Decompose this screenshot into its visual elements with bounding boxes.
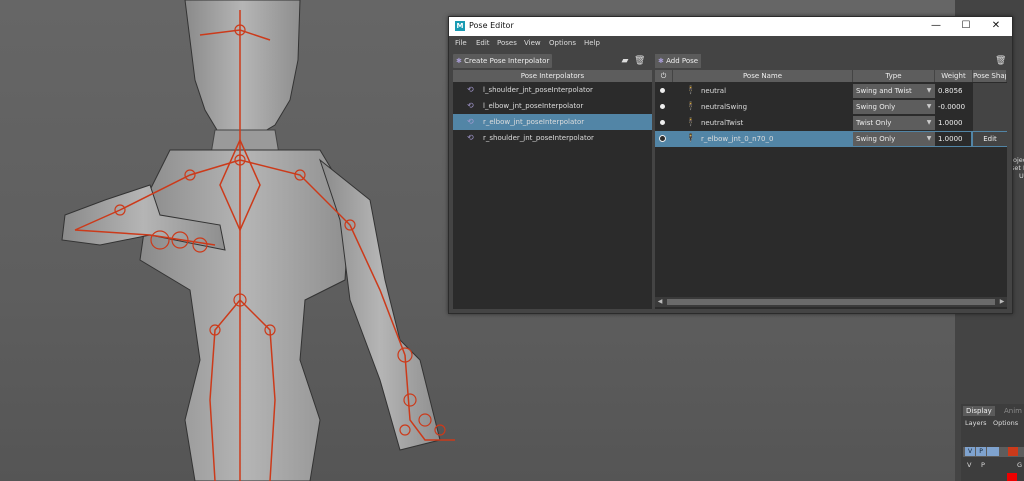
pose-weight-value: 0.8056: [935, 84, 971, 98]
maximize-button[interactable]: ☐: [957, 19, 975, 33]
pose-type-dropdown[interactable]: Twist Only: [853, 116, 933, 130]
close-button[interactable]: ✕: [987, 19, 1005, 33]
layer-visibility-toggle[interactable]: V: [965, 447, 975, 456]
interpolator-item[interactable]: ⟲ l_shoulder_jnt_poseInterpolator: [453, 82, 652, 98]
scroll-right-icon[interactable]: ▶: [998, 298, 1006, 306]
pose-name-column-header[interactable]: Pose Name: [673, 70, 853, 82]
pose-enable-radio[interactable]: [660, 104, 665, 109]
interpolator-add-icon: ✱: [456, 57, 462, 65]
side-text-fragment: oject: [1013, 156, 1024, 164]
interpolator-label: r_elbow_jnt_poseInterpolator: [483, 118, 585, 126]
pose-row[interactable]: 🕴 neutral Swing and Twist ▼ 0.8056: [655, 83, 1007, 99]
pose-name: neutralSwing: [701, 103, 748, 111]
power-column-header[interactable]: ⏻: [655, 70, 673, 82]
interpolator-item-selected[interactable]: ⟲ r_elbow_jnt_poseInterpolator: [453, 114, 652, 130]
pose-interpolators-pane: ✱ Create Pose Interpolator ▰ 🗑 Pose Inte…: [453, 54, 652, 309]
pose-type-dropdown[interactable]: Swing Only: [853, 100, 933, 114]
pose-type-dropdown[interactable]: Swing Only: [853, 132, 933, 146]
chevron-down-icon[interactable]: ▼: [923, 132, 935, 146]
pose-figure-icon: 🕴: [685, 118, 697, 128]
layer-playback-toggle[interactable]: P: [976, 447, 986, 456]
pose-name: neutralTwist: [701, 119, 744, 127]
edit-pose-shape-button[interactable]: Edit: [973, 132, 1007, 146]
create-pose-interpolator-label: Create Pose Interpolator: [464, 57, 550, 65]
interpolator-label: l_shoulder_jnt_poseInterpolator: [483, 86, 593, 94]
scroll-left-icon[interactable]: ◀: [656, 298, 664, 306]
menu-view[interactable]: View: [524, 39, 541, 47]
menu-options[interactable]: Options: [993, 419, 1018, 427]
pose-row[interactable]: 🕴 neutralSwing Swing Only ▼ -0.0000: [655, 99, 1007, 115]
poses-pane: ✱ Add Pose 🗑 ⏻ Pose Name Type Weight Pos…: [655, 54, 1007, 309]
add-pose-label: Add Pose: [666, 57, 699, 65]
window-title: Pose Editor: [469, 21, 514, 30]
pose-figure-icon: 🕴: [685, 86, 697, 96]
side-text-fragment: U: [1019, 172, 1024, 180]
pose-shape-cell: [973, 83, 1007, 99]
interpolator-label: r_shoulder_jnt_poseInterpolator: [483, 134, 594, 142]
layer-row[interactable]: V P G: [963, 460, 1024, 470]
minimize-button[interactable]: —: [927, 19, 945, 33]
chevron-down-icon[interactable]: ▼: [923, 84, 935, 98]
maya-logo-icon: M: [455, 21, 465, 31]
weight-column-header[interactable]: Weight: [935, 70, 973, 82]
pose-shape-cell: [973, 115, 1007, 131]
interpolator-item[interactable]: ⟲ l_elbow_jnt_poseInterpolator: [453, 98, 652, 114]
pose-table: ⏻ Pose Name Type Weight Pose Shap 🕴 neut…: [655, 70, 1007, 309]
chevron-down-icon[interactable]: ▼: [923, 100, 935, 114]
pose-shape-column-header[interactable]: Pose Shap: [973, 70, 1007, 82]
layer-editor: Display Anim Layers Options V P V P G: [961, 404, 1024, 481]
pose-enable-radio[interactable]: [660, 88, 665, 93]
menu-edit[interactable]: Edit: [476, 39, 490, 47]
trash-icon[interactable]: 🗑: [995, 56, 1006, 66]
new-folder-icon[interactable]: ▰: [620, 56, 630, 66]
pose-enable-radio[interactable]: [660, 120, 665, 125]
add-pose-button[interactable]: ✱ Add Pose: [655, 54, 702, 68]
layer-type-swatch[interactable]: [987, 447, 999, 456]
title-bar[interactable]: M Pose Editor — ☐ ✕: [449, 17, 1012, 36]
chevron-down-icon[interactable]: ▼: [923, 116, 935, 130]
menu-options[interactable]: Options: [549, 39, 576, 47]
menu-help[interactable]: Help: [584, 39, 600, 47]
pose-weight-value[interactable]: 1.0000: [935, 132, 971, 146]
pose-name: r_elbow_jnt_0_n70_0: [701, 135, 774, 143]
menu-file[interactable]: File: [455, 39, 467, 47]
type-column-header[interactable]: Type: [853, 70, 935, 82]
interpolator-icon: ⟲: [467, 133, 474, 142]
horizontal-scrollbar[interactable]: ◀ ▶: [655, 297, 1007, 307]
pose-enable-radio[interactable]: [659, 135, 666, 142]
layer-color-swatch: [1007, 473, 1017, 481]
menu-layers[interactable]: Layers: [965, 419, 987, 427]
layer-color-swatch[interactable]: [1008, 447, 1018, 456]
pose-row[interactable]: 🕴 neutralTwist Twist Only ▼ 1.0000: [655, 115, 1007, 131]
pose-weight-value: -0.0000: [935, 100, 971, 114]
tab-display[interactable]: Display: [963, 406, 995, 416]
pose-figure-icon: 🕴: [685, 134, 697, 144]
pose-weight-value: 1.0000: [935, 116, 971, 130]
layer-row[interactable]: V P: [963, 447, 1024, 457]
interpolator-icon: ⟲: [467, 101, 474, 110]
create-pose-interpolator-button[interactable]: ✱ Create Pose Interpolator: [453, 54, 553, 68]
layer-name[interactable]: G: [1017, 461, 1022, 469]
pose-shape-cell: [973, 99, 1007, 115]
layer-playback-label[interactable]: P: [981, 461, 985, 469]
interpolator-item[interactable]: ⟲ r_shoulder_jnt_poseInterpolator: [453, 130, 652, 146]
scrollbar-thumb[interactable]: [667, 299, 995, 305]
add-pose-icon: ✱: [658, 57, 664, 65]
pose-name: neutral: [701, 87, 727, 95]
tab-anim[interactable]: Anim: [1001, 406, 1024, 416]
pose-figure-icon: 🕴: [685, 102, 697, 112]
interpolator-list-header: Pose Interpolators: [453, 70, 652, 82]
interpolator-list: Pose Interpolators ⟲ l_shoulder_jnt_pose…: [453, 70, 652, 309]
left-toolbar: ✱ Create Pose Interpolator ▰ 🗑: [453, 54, 652, 68]
pose-type-dropdown[interactable]: Swing and Twist: [853, 84, 933, 98]
interpolator-icon: ⟲: [467, 85, 474, 94]
pose-row-selected[interactable]: 🕴 r_elbow_jnt_0_n70_0 Swing Only ▼ 1.000…: [655, 131, 1007, 147]
interpolator-icon: ⟲: [467, 117, 474, 126]
interpolator-label: l_elbow_jnt_poseInterpolator: [483, 102, 584, 110]
layer-visibility-label[interactable]: V: [967, 461, 971, 469]
pose-editor-window: M Pose Editor — ☐ ✕ File Edit Poses View…: [448, 16, 1013, 314]
trash-icon[interactable]: 🗑: [634, 56, 645, 66]
menu-poses[interactable]: Poses: [497, 39, 517, 47]
menu-bar: File Edit Poses View Options Help: [449, 36, 1012, 50]
